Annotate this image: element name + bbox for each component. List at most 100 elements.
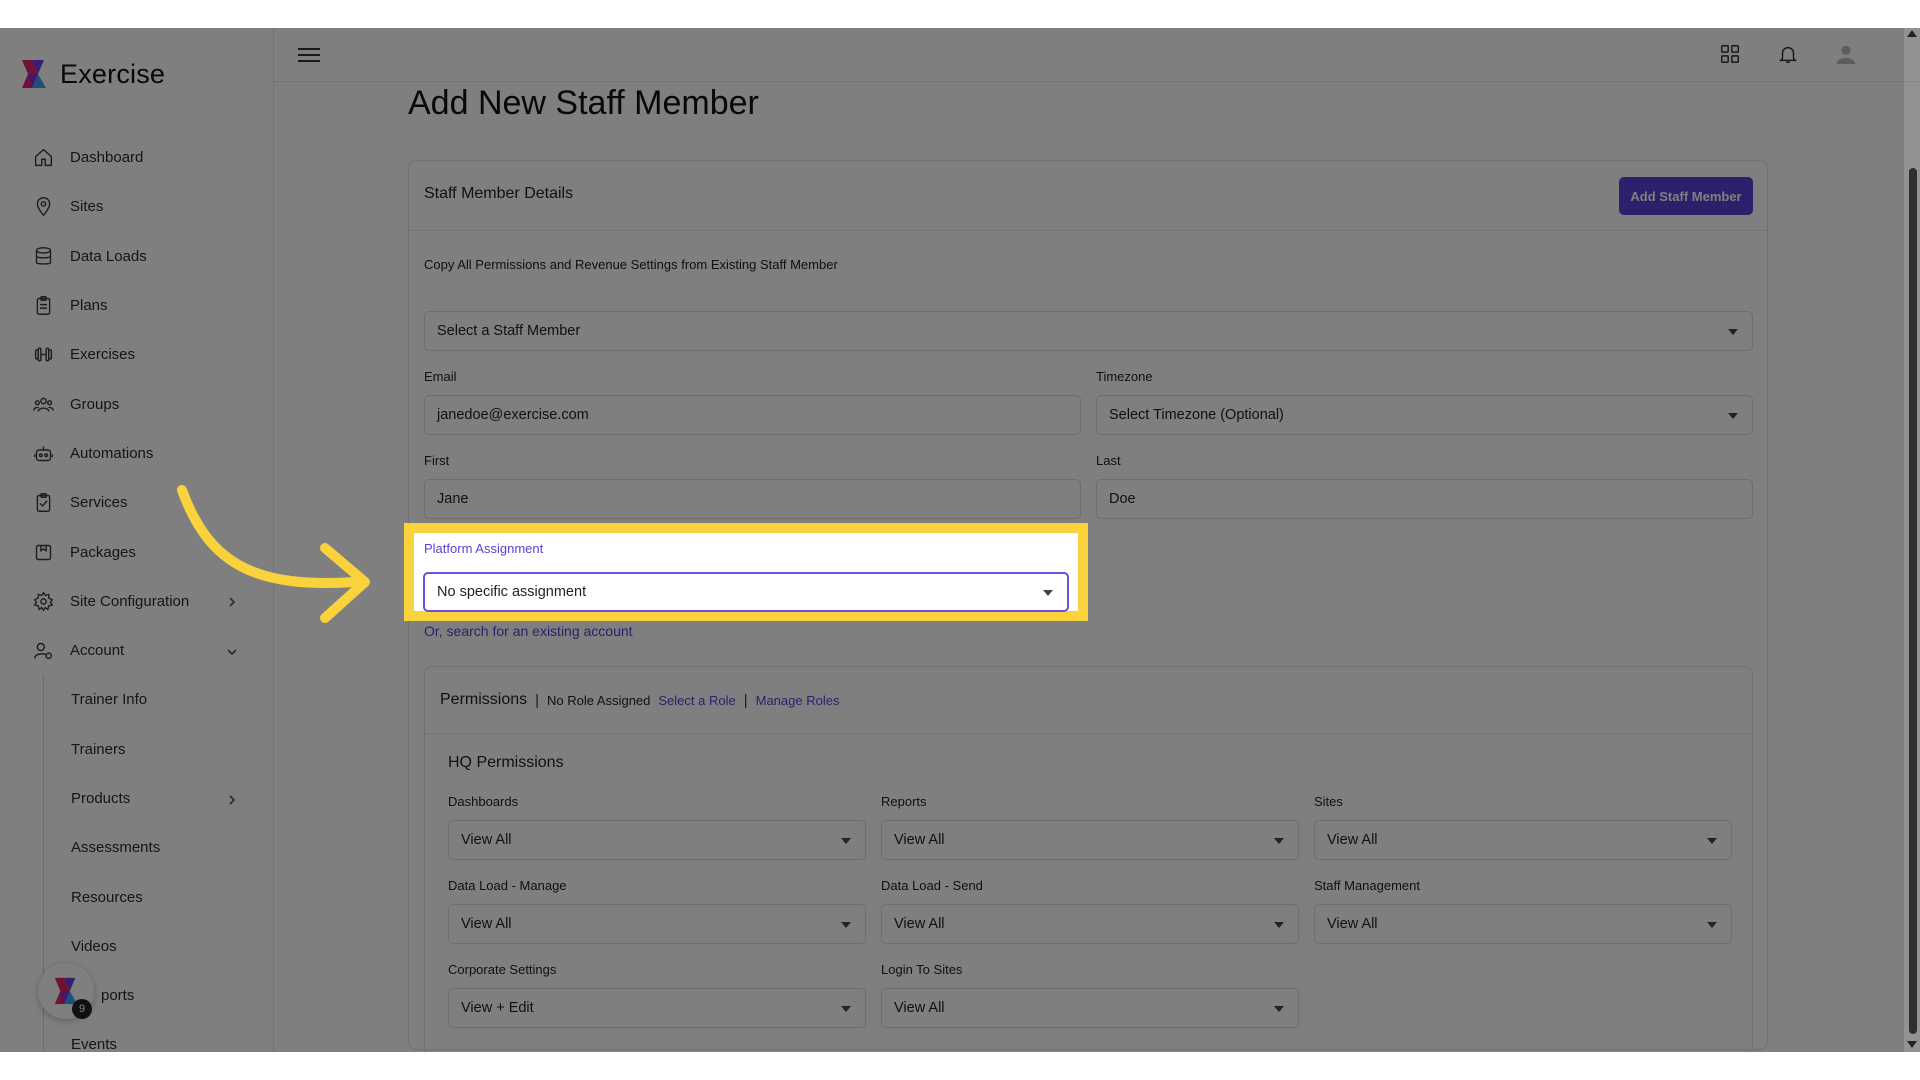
dumbbell-icon bbox=[32, 344, 54, 366]
card-title: Staff Member Details bbox=[424, 185, 573, 203]
user-avatar-icon[interactable] bbox=[1832, 40, 1860, 68]
select-value: View + Edit bbox=[461, 1000, 534, 1016]
sidebar-item-data-loads[interactable]: Data Loads bbox=[0, 232, 274, 281]
sites-permission-select[interactable]: View All bbox=[1314, 820, 1732, 860]
timezone-label: Timezone bbox=[1096, 369, 1153, 384]
sidebar-item-label: Groups bbox=[70, 396, 119, 413]
sidebar-subitem-videos[interactable]: Videos bbox=[0, 922, 274, 971]
add-staff-member-button[interactable]: Add Staff Member bbox=[1619, 177, 1753, 215]
sidebar-subitem-assessments[interactable]: Assessments bbox=[0, 823, 274, 872]
select-value: View All bbox=[1327, 916, 1378, 932]
hamburger-menu-icon[interactable] bbox=[298, 44, 320, 66]
permission-label: Login To Sites bbox=[881, 962, 962, 977]
sidebar-item-exercises[interactable]: Exercises bbox=[0, 330, 274, 379]
copy-staff-select[interactable]: Select a Staff Member bbox=[424, 311, 1753, 351]
copy-staff-select-value: Select a Staff Member bbox=[437, 323, 580, 339]
select-value: View All bbox=[461, 916, 512, 932]
select-value: View All bbox=[894, 1000, 945, 1016]
database-icon bbox=[32, 245, 54, 267]
platform-assignment-label: Platform Assignment bbox=[424, 541, 543, 556]
platform-assignment-highlight: Platform Assignment No specific assignme… bbox=[404, 523, 1088, 621]
brand-name: Exercise bbox=[60, 59, 165, 90]
caret-down-icon bbox=[841, 838, 851, 844]
top-bar-actions bbox=[1716, 40, 1860, 68]
sidebar-item-label: Packages bbox=[70, 544, 136, 561]
sidebar-item-automations[interactable]: Automations bbox=[0, 429, 274, 478]
select-value: View All bbox=[894, 832, 945, 848]
permissions-header: Permissions | No Role Assigned Select a … bbox=[425, 667, 1752, 734]
email-value: janedoe@exercise.com bbox=[437, 407, 589, 423]
last-name-label: Last bbox=[1096, 453, 1121, 468]
permission-label: Dashboards bbox=[448, 794, 518, 809]
caret-down-icon bbox=[1707, 922, 1717, 928]
map-pin-icon bbox=[32, 196, 54, 218]
permission-label: Staff Management bbox=[1314, 878, 1420, 893]
separator: | bbox=[535, 692, 539, 709]
apps-grid-icon[interactable] bbox=[1716, 40, 1744, 68]
staff-management-permission-select[interactable]: View All bbox=[1314, 904, 1732, 944]
sidebar-subitem-trainer-info[interactable]: Trainer Info bbox=[0, 675, 274, 724]
platform-assignment-select[interactable]: No specific assignment bbox=[423, 572, 1069, 612]
bell-icon[interactable] bbox=[1774, 40, 1802, 68]
user-gear-icon bbox=[32, 640, 54, 662]
scroll-down-arrow-icon[interactable] bbox=[1907, 1041, 1917, 1048]
sidebar-subitem-products[interactable]: Products bbox=[0, 774, 274, 823]
top-bar bbox=[274, 28, 1920, 82]
sidebar-item-label: Videos bbox=[71, 938, 117, 955]
scrollbar-thumb[interactable] bbox=[1909, 168, 1917, 1034]
corporate-settings-permission-select[interactable]: View + Edit bbox=[448, 988, 866, 1028]
sidebar-item-label: Trainers bbox=[71, 741, 125, 758]
sidebar-item-plans[interactable]: Plans bbox=[0, 281, 274, 330]
caret-down-icon bbox=[1274, 838, 1284, 844]
sidebar-item-label: Exercises bbox=[70, 346, 135, 363]
search-existing-account-link[interactable]: Or, search for an existing account bbox=[424, 623, 633, 639]
sidebar-item-label: Data Loads bbox=[70, 248, 147, 265]
sidebar-subitem-trainers[interactable]: Trainers bbox=[0, 725, 274, 774]
sidebar-item-label: Events bbox=[71, 1036, 117, 1052]
caret-down-icon bbox=[841, 1006, 851, 1012]
sidebar-item-label: Resources bbox=[71, 889, 143, 906]
scroll-up-arrow-icon[interactable] bbox=[1907, 30, 1917, 37]
brand[interactable]: Exercise bbox=[18, 58, 165, 90]
timezone-select[interactable]: Select Timezone (Optional) bbox=[1096, 395, 1753, 435]
first-name-field[interactable]: Jane bbox=[424, 479, 1081, 519]
sidebar-item-label: Account bbox=[70, 642, 124, 659]
role-status: No Role Assigned bbox=[547, 693, 650, 708]
last-name-value: Doe bbox=[1109, 491, 1136, 507]
first-name-value: Jane bbox=[437, 491, 468, 507]
email-field[interactable]: janedoe@exercise.com bbox=[424, 395, 1081, 435]
email-label: Email bbox=[424, 369, 457, 384]
manage-roles-link[interactable]: Manage Roles bbox=[756, 693, 840, 708]
floating-help-avatar[interactable]: 9 bbox=[38, 963, 94, 1019]
package-icon bbox=[32, 541, 54, 563]
home-icon bbox=[32, 147, 54, 169]
sidebar-item-label: Dashboard bbox=[70, 149, 143, 166]
caret-down-icon bbox=[1274, 922, 1284, 928]
sidebar-subitem-resources[interactable]: Resources bbox=[0, 872, 274, 921]
first-name-label: First bbox=[424, 453, 449, 468]
reports-permission-select[interactable]: View All bbox=[881, 820, 1299, 860]
sidebar-item-dashboard[interactable]: Dashboard bbox=[0, 133, 274, 182]
caret-down-icon bbox=[1707, 838, 1717, 844]
exercise-logo-icon bbox=[18, 58, 50, 90]
sidebar-subitem-events[interactable]: Events bbox=[0, 1020, 274, 1052]
sidebar-item-label: Sites bbox=[70, 198, 103, 215]
page-scrollbar[interactable] bbox=[1904, 28, 1920, 1052]
sidebar-item-label: Products bbox=[71, 790, 130, 807]
tutorial-arrow-icon bbox=[170, 478, 380, 638]
select-role-link[interactable]: Select a Role bbox=[658, 693, 735, 708]
last-name-field[interactable]: Doe bbox=[1096, 479, 1753, 519]
copy-permissions-label: Copy All Permissions and Revenue Setting… bbox=[424, 257, 838, 272]
data-load-send-permission-select[interactable]: View All bbox=[881, 904, 1299, 944]
sidebar-item-groups[interactable]: Groups bbox=[0, 379, 274, 428]
login-to-sites-permission-select[interactable]: View All bbox=[881, 988, 1299, 1028]
select-value: View All bbox=[461, 832, 512, 848]
dashboards-permission-select[interactable]: View All bbox=[448, 820, 866, 860]
caret-down-icon bbox=[1728, 413, 1738, 419]
users-icon bbox=[32, 393, 54, 415]
chevron-right-icon bbox=[226, 793, 238, 805]
data-load-manage-permission-select[interactable]: View All bbox=[448, 904, 866, 944]
permission-label: Corporate Settings bbox=[448, 962, 556, 977]
sidebar-item-sites[interactable]: Sites bbox=[0, 182, 274, 231]
robot-icon bbox=[32, 442, 54, 464]
